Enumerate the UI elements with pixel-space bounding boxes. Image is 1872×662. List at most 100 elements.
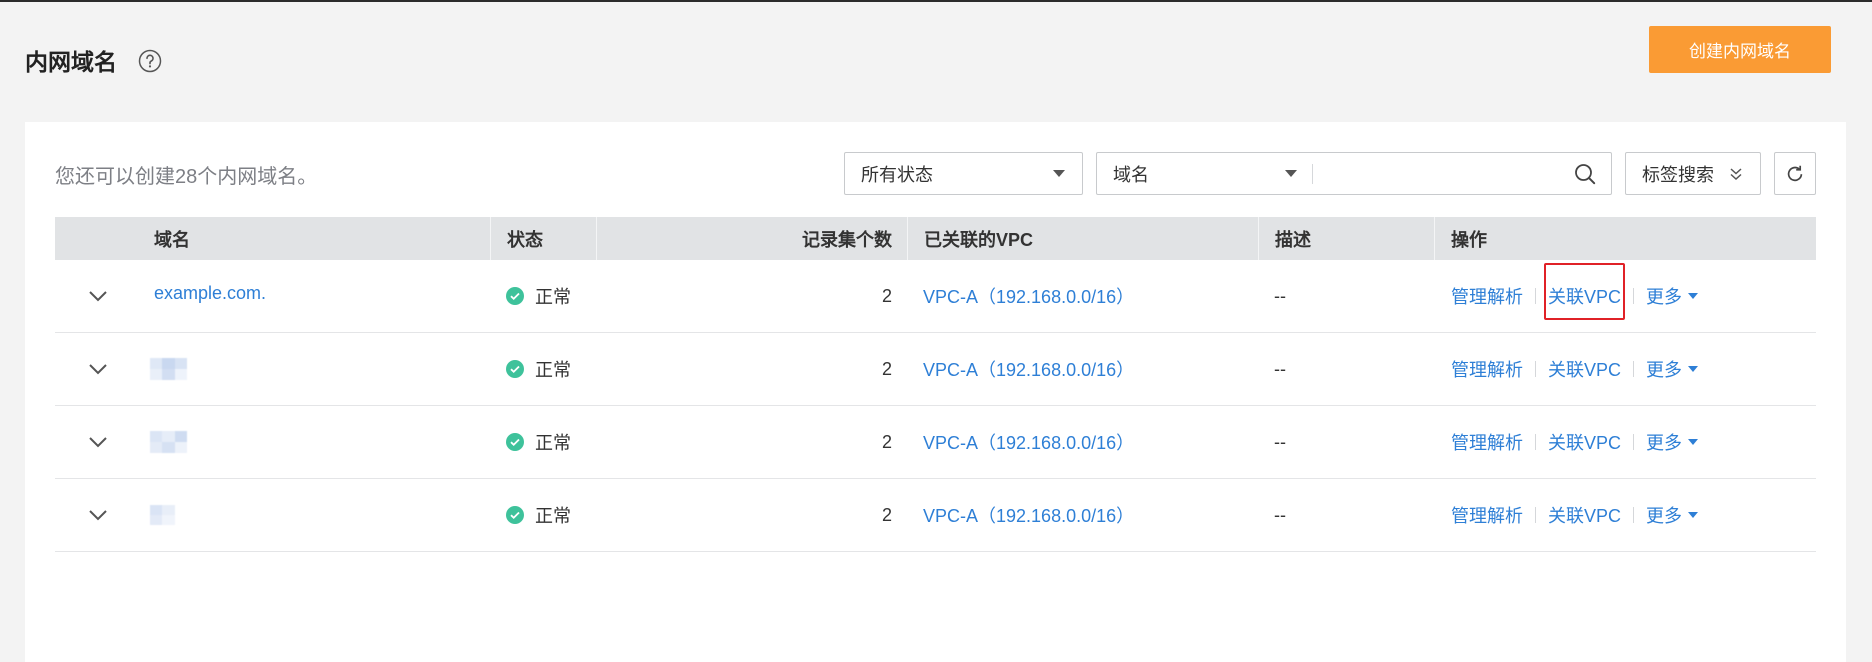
vpc-cell: VPC-A（192.168.0.0/16）	[907, 260, 1258, 332]
domain-link[interactable]: example.com.	[154, 283, 266, 304]
more-dropdown[interactable]: 更多	[1646, 283, 1699, 309]
actions-cell: 管理解析 关联VPC 更多	[1434, 479, 1816, 551]
search-box	[1313, 153, 1611, 194]
action-divider	[1535, 434, 1536, 450]
action-divider	[1633, 507, 1635, 523]
associate-vpc-link[interactable]: 关联VPC	[1548, 283, 1621, 309]
action-divider	[1535, 288, 1536, 304]
status-cell: 正常	[490, 406, 596, 478]
zone-list-panel: 您还可以创建28个内网域名。 所有状态 域名 标签搜索 域名 状态 记录集个数 …	[25, 122, 1846, 662]
tag-search-button[interactable]: 标签搜索	[1625, 152, 1761, 195]
column-header-domain: 域名	[154, 229, 190, 250]
check-circle-icon	[506, 506, 524, 524]
status-text: 正常	[535, 360, 571, 380]
description-cell: --	[1274, 358, 1286, 379]
column-header-description: 描述	[1258, 217, 1434, 260]
redacted-domain	[150, 358, 187, 380]
tag-search-label: 标签搜索	[1642, 164, 1714, 185]
search-input[interactable]	[1313, 153, 1611, 194]
redacted-domain	[150, 505, 175, 525]
search-combo: 域名	[1096, 152, 1612, 195]
table-row: 正常 2 VPC-A（192.168.0.0/16） -- 管理解析 关联VPC…	[55, 479, 1816, 552]
action-divider	[1535, 507, 1536, 523]
associate-vpc-link[interactable]: 关联VPC	[1548, 429, 1621, 455]
action-divider	[1633, 288, 1635, 304]
refresh-button[interactable]	[1774, 152, 1816, 195]
search-field-select[interactable]: 域名	[1097, 153, 1312, 194]
status-cell: 正常	[490, 333, 596, 405]
caret-down-icon	[1688, 512, 1699, 518]
action-divider	[1535, 361, 1536, 377]
description-cell: --	[1274, 431, 1286, 452]
manage-records-link[interactable]: 管理解析	[1451, 429, 1523, 455]
top-border	[0, 0, 1872, 2]
expand-row-button[interactable]	[55, 505, 141, 525]
domain-cell	[55, 333, 490, 405]
domain-cell: example.com.	[55, 260, 490, 332]
chevron-down-icon	[89, 437, 107, 448]
manage-records-link[interactable]: 管理解析	[1451, 502, 1523, 528]
chevron-down-icon	[89, 364, 107, 375]
double-chevron-down-icon	[1730, 168, 1742, 181]
vpc-link[interactable]: VPC-A（192.168.0.0/16）	[923, 356, 1134, 382]
check-circle-icon	[506, 433, 524, 451]
column-header-vpc: 已关联的VPC	[907, 217, 1258, 260]
check-circle-icon	[506, 287, 524, 305]
chevron-down-icon	[89, 291, 107, 302]
description-cell: --	[1274, 504, 1286, 525]
vpc-cell: VPC-A（192.168.0.0/16）	[907, 406, 1258, 478]
record-count-cell: 2	[881, 285, 892, 306]
action-divider	[1633, 434, 1635, 450]
more-dropdown[interactable]: 更多	[1646, 502, 1699, 528]
status-text: 正常	[535, 433, 571, 453]
search-icon[interactable]	[1574, 163, 1596, 185]
description-cell: --	[1274, 285, 1286, 306]
quota-text: 您还可以创建28个内网域名。	[55, 166, 318, 188]
manage-records-link[interactable]: 管理解析	[1451, 356, 1523, 382]
actions-cell: 管理解析 关联VPC 更多	[1434, 406, 1816, 478]
check-circle-icon	[506, 360, 524, 378]
status-filter-select[interactable]: 所有状态	[844, 152, 1083, 195]
more-label: 更多	[1646, 506, 1683, 526]
column-header-status: 状态	[490, 217, 596, 260]
status-text: 正常	[535, 506, 571, 526]
manage-records-link[interactable]: 管理解析	[1451, 283, 1523, 309]
more-dropdown[interactable]: 更多	[1646, 429, 1699, 455]
expand-row-button[interactable]	[55, 286, 141, 306]
associate-vpc-link[interactable]: 关联VPC	[1548, 356, 1621, 382]
table-header: 域名 状态 记录集个数 已关联的VPC 描述 操作	[55, 217, 1816, 260]
record-count-cell: 2	[881, 431, 892, 452]
status-filter-value: 所有状态	[861, 164, 933, 185]
vpc-cell: VPC-A（192.168.0.0/16）	[907, 479, 1258, 551]
refresh-icon	[1787, 165, 1803, 181]
actions-cell: 管理解析 关联VPC 更多	[1434, 333, 1816, 405]
chevron-down-icon	[89, 510, 107, 521]
more-label: 更多	[1646, 433, 1683, 453]
more-label: 更多	[1646, 360, 1683, 380]
status-text: 正常	[535, 287, 571, 307]
create-private-zone-button[interactable]: 创建内网域名	[1649, 26, 1831, 73]
more-dropdown[interactable]: 更多	[1646, 356, 1699, 382]
vpc-link[interactable]: VPC-A（192.168.0.0/16）	[923, 283, 1134, 309]
domain-cell	[55, 406, 490, 478]
status-cell: 正常	[490, 479, 596, 551]
table-row: 正常 2 VPC-A（192.168.0.0/16） -- 管理解析 关联VPC…	[55, 406, 1816, 479]
caret-down-icon	[1053, 170, 1065, 177]
column-header-actions: 操作	[1434, 217, 1816, 260]
redacted-domain	[150, 431, 187, 453]
vpc-link[interactable]: VPC-A（192.168.0.0/16）	[923, 502, 1134, 528]
column-header-record-count: 记录集个数	[596, 217, 907, 260]
caret-down-icon	[1688, 366, 1699, 372]
vpc-cell: VPC-A（192.168.0.0/16）	[907, 333, 1258, 405]
domain-cell	[55, 479, 490, 551]
caret-down-icon	[1285, 170, 1297, 177]
record-count-cell: 2	[881, 504, 892, 525]
actions-cell: 管理解析 关联VPC 更多	[1434, 260, 1816, 332]
expand-row-button[interactable]	[55, 432, 141, 452]
question-circle-icon[interactable]	[138, 49, 162, 73]
associate-vpc-link[interactable]: 关联VPC	[1548, 502, 1621, 528]
expand-row-button[interactable]	[55, 359, 141, 379]
vpc-link[interactable]: VPC-A（192.168.0.0/16）	[923, 429, 1134, 455]
table-row: 正常 2 VPC-A（192.168.0.0/16） -- 管理解析 关联VPC…	[55, 333, 1816, 406]
record-count-cell: 2	[881, 358, 892, 379]
